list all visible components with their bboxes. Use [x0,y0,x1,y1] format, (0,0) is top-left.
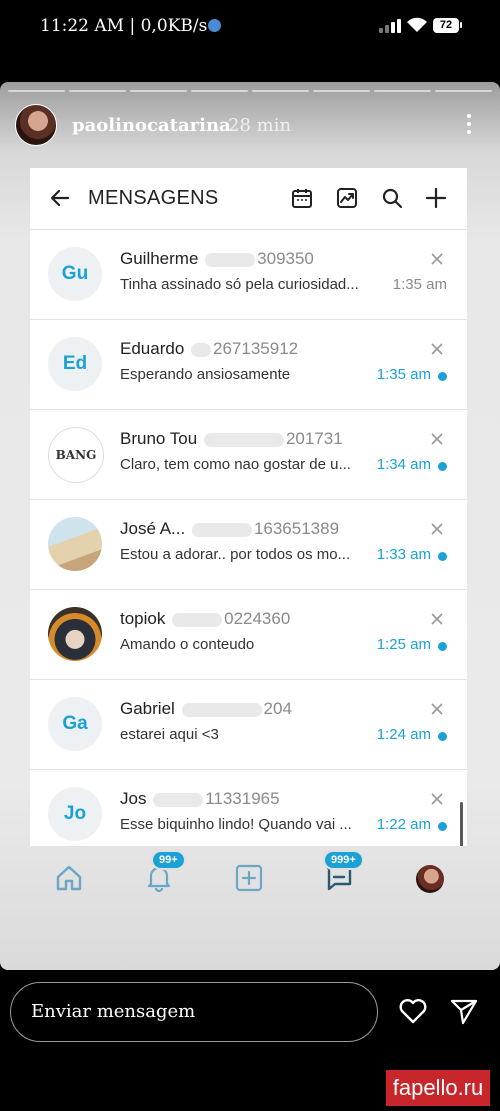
sender-name: Bruno Tou 201731 [120,429,343,448]
messages-header: MENSAGENS [30,168,467,228]
reply-placeholder: Enviar mensagem [31,1001,196,1022]
message-preview: Amando o conteudo [120,636,255,653]
message-time: 1:33 am [376,546,431,563]
message-preview: Claro, tem como nao gostar de u... [120,456,351,473]
message-row[interactable]: Jo Jos 11331965 Esse biquinho lindo! Qua… [30,770,467,846]
message-preview: estarei aqui <3 [120,726,219,743]
sender-name: Gabriel 204 [120,699,292,718]
close-icon[interactable] [430,432,444,446]
close-icon[interactable] [430,612,444,626]
message-time: 1:35 am [392,276,447,293]
unread-dot [438,552,447,561]
message-row[interactable]: Ga Gabriel 204 estarei aqui <3 1:24 am [30,680,467,770]
unread-dot [438,822,447,831]
messages-tab[interactable]: 999+ [323,850,364,894]
unread-dot [438,372,447,381]
message-preview: Esperando ansiosamente [120,366,291,383]
search-icon[interactable] [380,186,404,210]
send-icon[interactable] [448,995,480,1027]
close-icon[interactable] [430,252,444,266]
avatar [48,517,102,571]
messages-screen: MENSAGENS Gu Guilherme 309350 Tinha assi… [30,168,467,846]
add-icon[interactable] [424,186,448,210]
avatar: Ed [48,337,102,391]
scrollbar[interactable] [460,802,463,846]
sender-name: Guilherme 309350 [120,249,314,268]
message-row[interactable]: José A... 163651389 Estou a adorar.. por… [30,500,467,590]
close-icon[interactable] [430,792,444,806]
story-avatar[interactable] [15,104,57,146]
unread-dot [438,642,447,651]
add-post-icon[interactable] [233,862,265,894]
avatar: BANG [48,427,104,483]
wifi-icon [407,17,427,32]
close-icon[interactable] [430,522,444,536]
avatar: Jo [48,787,102,841]
status-time-speed: 11:22 AM | 0,0KB/s [40,16,208,36]
close-icon[interactable] [430,702,444,716]
alarm-icon [208,19,221,32]
sender-name: topiok 0224360 [120,609,291,628]
unread-dot [438,732,447,741]
avatar [48,607,102,661]
close-icon[interactable] [430,342,444,356]
message-time: 1:34 am [376,456,431,473]
message-row[interactable]: Gu Guilherme 309350 Tinha assinado só pe… [30,230,467,320]
message-preview: Estou a adorar.. por todos os mo... [120,546,351,563]
messages-badge: 999+ [323,850,364,870]
avatar: Ga [48,697,102,751]
calendar-icon[interactable] [290,186,314,210]
home-icon[interactable] [53,862,85,894]
unread-dot [438,462,447,471]
story-progress-bars [8,90,492,92]
profile-avatar[interactable] [416,865,444,893]
battery-tip [460,22,462,28]
heart-icon[interactable] [397,995,429,1027]
sender-name: José A... 163651389 [120,519,340,538]
back-arrow-icon[interactable] [48,186,72,210]
story-username[interactable]: paolinocatarina [72,115,231,136]
reply-input[interactable]: Enviar mensagem [10,982,378,1042]
message-row[interactable]: topiok 0224360 Amando o conteudo 1:25 am [30,590,467,680]
message-preview: Esse biquinho lindo! Quando vai ... [120,816,352,833]
status-bar: 11:22 AM | 0,0KB/s 72 [0,0,500,52]
avatar: Gu [48,247,102,301]
message-time: 1:24 am [376,726,431,743]
app-tab-bar: 99+ 999+ [0,846,500,916]
story-time: 28 min [228,115,292,136]
page-title: MENSAGENS [88,187,219,209]
message-preview: Tinha assinado só pela curiosidad... [120,276,359,293]
message-time: 1:22 am [376,816,431,833]
message-time: 1:25 am [376,636,431,653]
more-options-icon[interactable] [462,112,476,136]
sender-name: Jos 11331965 [120,789,280,808]
message-row[interactable]: Ed Eduardo 267135912 Esperando ansiosame… [30,320,467,410]
sender-name: Eduardo 267135912 [120,339,299,358]
message-time: 1:35 am [376,366,431,383]
watermark: fapello.ru [386,1070,490,1106]
battery-indicator: 72 [433,18,459,33]
message-row[interactable]: BANG Bruno Tou 201731 Claro, tem como na… [30,410,467,500]
chart-icon[interactable] [335,186,359,210]
signal-icon [379,19,403,33]
notifications-badge: 99+ [151,850,186,870]
notifications-tab[interactable]: 99+ [143,850,186,894]
